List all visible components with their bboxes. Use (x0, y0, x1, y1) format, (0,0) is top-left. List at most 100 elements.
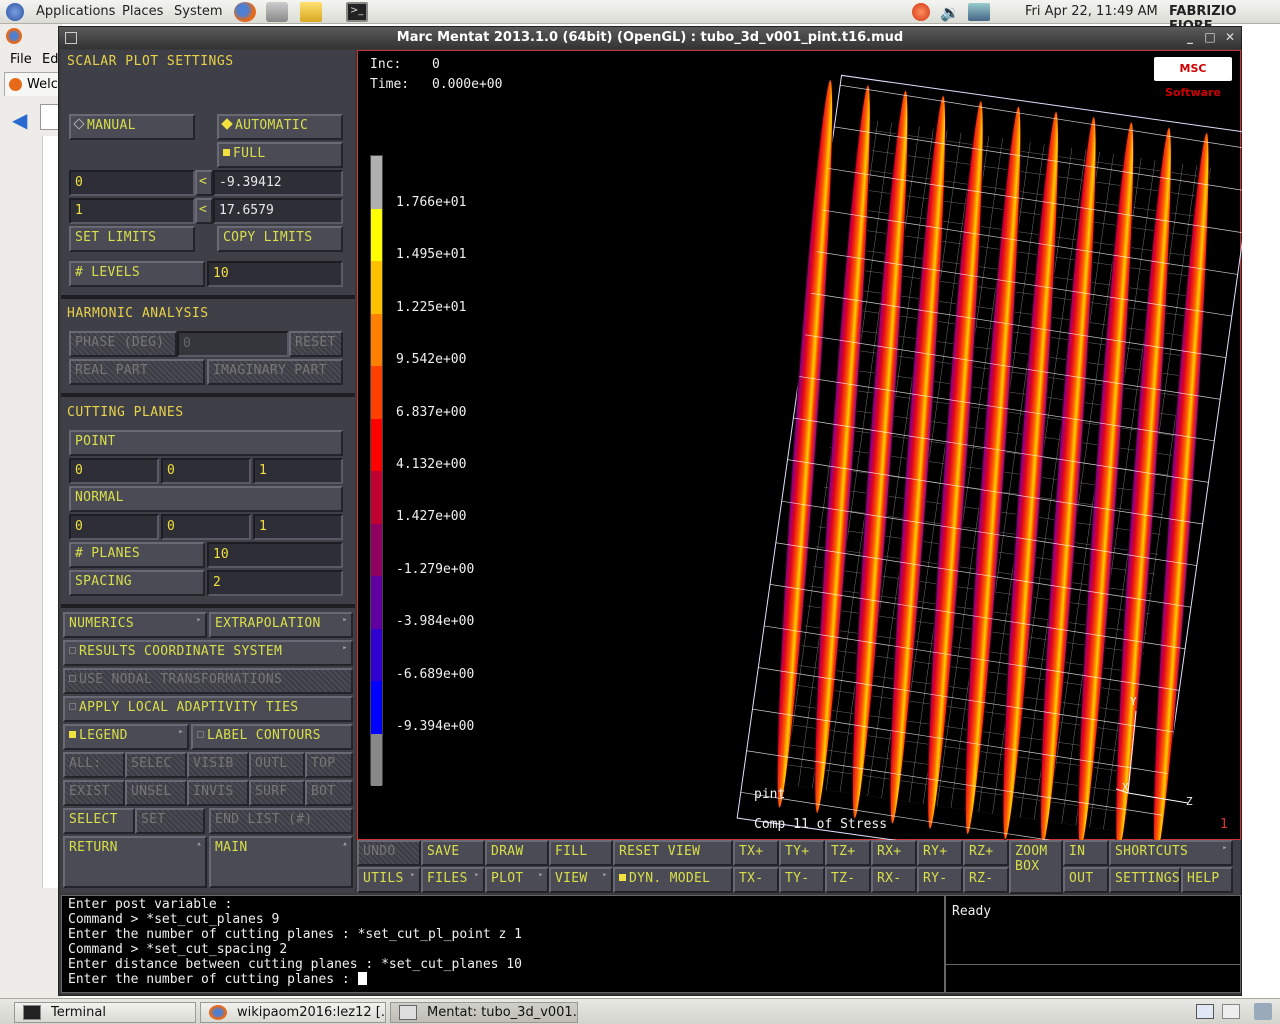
real-part-button[interactable]: REAL PART (69, 359, 205, 385)
undo-button[interactable]: UNDO (357, 840, 421, 866)
shortcuts-button[interactable]: SHORTCUTS ▸ (1109, 840, 1233, 866)
back-arrow-icon[interactable]: ◀ (12, 108, 27, 132)
gnome-foot-icon[interactable] (6, 3, 24, 21)
min-value-field[interactable]: -9.39412 (213, 170, 343, 196)
firefox-launcher-icon[interactable] (234, 2, 256, 22)
point-z-field[interactable]: 1 (253, 458, 343, 484)
main-button[interactable]: MAIN ▴ (209, 836, 353, 888)
rz-minus-button[interactable]: RZ- (963, 867, 1009, 893)
zoom-in-button[interactable]: IN (1063, 840, 1109, 866)
menu-places[interactable]: Places (122, 4, 163, 19)
rz-plus-button[interactable]: RZ+ (963, 840, 1009, 866)
min-index-field[interactable]: 0 (69, 170, 195, 196)
set-button[interactable]: SET (135, 808, 205, 834)
command-output[interactable]: Enter post variable : Command > *set_cut_… (61, 895, 945, 993)
bot-button[interactable]: BOT (305, 780, 353, 806)
selec-button[interactable]: SELEC (125, 752, 187, 778)
ty-plus-button[interactable]: TY+ (779, 840, 825, 866)
levels-button[interactable]: # LEVELS (69, 261, 205, 287)
workspace-2-icon[interactable] (1222, 1004, 1240, 1019)
settings-button[interactable]: SETTINGS (1109, 867, 1181, 893)
save-button[interactable]: SAVE (421, 840, 485, 866)
fill-button[interactable]: FILL (549, 840, 613, 866)
zoom-box-button[interactable]: ZOOM BOX (1009, 840, 1063, 894)
window-titlebar[interactable]: Marc Mentat 2013.1.0 (64bit) (OpenGL) : … (59, 27, 1241, 49)
copy-limits-button[interactable]: COPY LIMITS (217, 226, 343, 252)
taskbar-mentat[interactable]: Mentat: tubo_3d_v001... (390, 1002, 578, 1023)
dyn-model-button[interactable]: DYN. MODEL (613, 867, 733, 893)
workspace-1-icon[interactable] (1196, 1004, 1214, 1019)
imaginary-part-button[interactable]: IMAGINARY PART (207, 359, 343, 385)
clock[interactable]: Fri Apr 22, 11:49 AM (1025, 4, 1158, 19)
ry-minus-button[interactable]: RY- (917, 867, 963, 893)
max-value-field[interactable]: 17.6579 (213, 198, 343, 224)
manual-button[interactable]: MANUAL (69, 114, 195, 140)
normal-x-field[interactable]: 0 (69, 514, 159, 540)
draw-button[interactable]: DRAW (485, 840, 549, 866)
all-button[interactable]: ALL: (63, 752, 125, 778)
numerics-button[interactable]: NUMERICS ▸ (63, 612, 207, 638)
nodal-transformations-button[interactable]: USE NODAL TRANSFORMATIONS (63, 668, 353, 694)
end-list-button[interactable]: END LIST (#) (209, 808, 353, 834)
legend-button[interactable]: LEGEND ▸ (63, 724, 189, 750)
invis-button[interactable]: INVIS (187, 780, 249, 806)
window-menu-icon[interactable] (65, 32, 77, 44)
normal-button[interactable]: NORMAL (69, 486, 343, 512)
unsel-button[interactable]: UNSEL (125, 780, 187, 806)
notes-launcher-icon[interactable] (300, 2, 322, 22)
set-limits-button[interactable]: SET LIMITS (69, 226, 195, 252)
update-notifier-icon[interactable] (912, 3, 930, 21)
rx-plus-button[interactable]: RX+ (871, 840, 917, 866)
tz-plus-button[interactable]: TZ+ (825, 840, 871, 866)
copy-min-arrow-button[interactable]: < (195, 170, 213, 196)
network-icon[interactable] (968, 3, 990, 21)
maximize-icon[interactable]: □ (1203, 30, 1217, 44)
browser-tab[interactable]: Welco (4, 72, 66, 96)
rx-minus-button[interactable]: RX- (871, 867, 917, 893)
spacing-button[interactable]: SPACING (69, 570, 205, 596)
utils-button[interactable]: UTILS ▸ (357, 867, 421, 893)
view-button[interactable]: VIEW ▸ (549, 867, 613, 893)
terminal-launcher-icon[interactable]: >_ (346, 2, 368, 22)
exist-button[interactable]: EXIST (63, 780, 125, 806)
label-contours-button[interactable]: LABEL CONTOURS (191, 724, 353, 750)
planes-button[interactable]: # PLANES (69, 542, 205, 568)
trash-icon[interactable] (1254, 1003, 1272, 1020)
copy-max-arrow-button[interactable]: < (195, 198, 213, 224)
command-prompt-line[interactable]: Enter the number of cutting planes : (68, 972, 938, 987)
point-x-field[interactable]: 0 (69, 458, 159, 484)
full-button[interactable]: FULL (217, 142, 343, 168)
phase-button[interactable]: PHASE (DEG) (69, 331, 177, 357)
taskbar-terminal[interactable]: Terminal (14, 1002, 196, 1023)
point-y-field[interactable]: 0 (161, 458, 251, 484)
reset-phase-button[interactable]: RESET (289, 331, 343, 357)
max-index-field[interactable]: 1 (69, 198, 195, 224)
normal-z-field[interactable]: 1 (253, 514, 343, 540)
automatic-button[interactable]: AUTOMATIC (217, 114, 343, 140)
close-icon[interactable]: ✕ (1223, 30, 1237, 44)
visib-button[interactable]: VISIB (187, 752, 249, 778)
levels-field[interactable]: 10 (207, 261, 343, 287)
results-coordinate-system-button[interactable]: RESULTS COORDINATE SYSTEM ▸ (63, 640, 353, 666)
ry-plus-button[interactable]: RY+ (917, 840, 963, 866)
mail-launcher-icon[interactable] (266, 2, 288, 22)
menu-file[interactable]: File (10, 52, 32, 67)
volume-icon[interactable]: 🔉 (940, 3, 960, 22)
menu-edit[interactable]: Ed (42, 52, 58, 67)
top-button[interactable]: TOP (305, 752, 353, 778)
point-button[interactable]: POINT (69, 430, 343, 456)
help-button[interactable]: HELP (1181, 867, 1233, 893)
ty-minus-button[interactable]: TY- (779, 867, 825, 893)
graphics-viewport[interactable]: Inc: 0 Time: 0.000e+00 MSC Software 1.76… (357, 50, 1242, 841)
planes-field[interactable]: 10 (207, 542, 343, 568)
select-button[interactable]: SELECT (63, 808, 135, 834)
return-button[interactable]: RETURN ▴ (63, 836, 207, 888)
taskbar-browser[interactable]: wikipaom2016:lez12 [... (200, 1002, 386, 1023)
adaptivity-ties-button[interactable]: APPLY LOCAL ADAPTIVITY TIES (63, 696, 353, 722)
menu-system[interactable]: System (174, 4, 222, 19)
menu-applications[interactable]: Applications (36, 4, 115, 19)
normal-y-field[interactable]: 0 (161, 514, 251, 540)
plot-button[interactable]: PLOT ▸ (485, 867, 549, 893)
tz-minus-button[interactable]: TZ- (825, 867, 871, 893)
outl-button[interactable]: OUTL (249, 752, 305, 778)
